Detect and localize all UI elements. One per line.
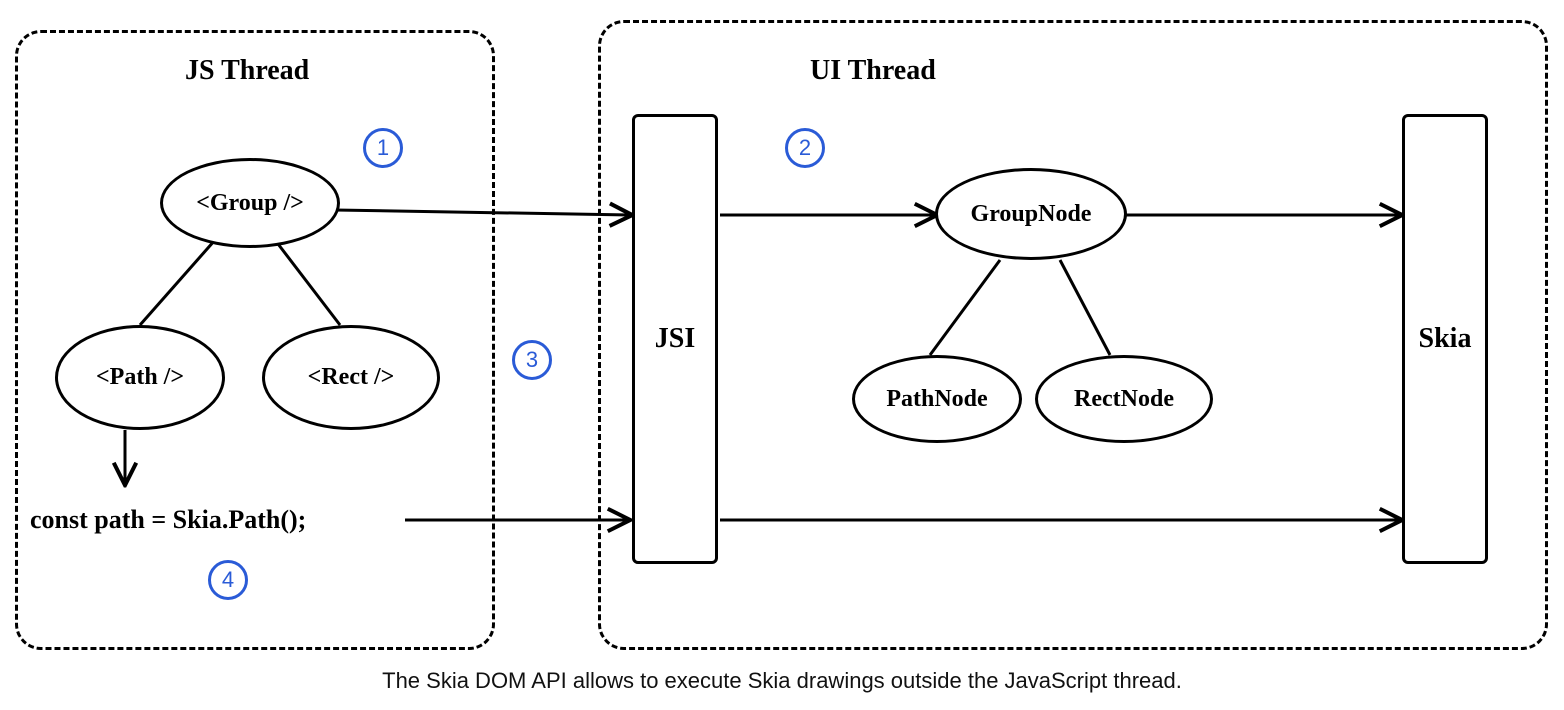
badge-1: 1 bbox=[363, 128, 403, 168]
code-line: const path = Skia.Path(); bbox=[30, 505, 306, 535]
path-node-ui: PathNode bbox=[852, 355, 1022, 443]
path-node-js-label: <Path /> bbox=[96, 364, 184, 391]
badge-3: 3 bbox=[512, 340, 552, 380]
ui-thread-title: UI Thread bbox=[810, 55, 936, 87]
group-node-js-label: <Group /> bbox=[196, 190, 304, 217]
rect-node-ui-label: RectNode bbox=[1074, 386, 1174, 413]
skia-box: Skia bbox=[1402, 114, 1488, 564]
caption: The Skia DOM API allows to execute Skia … bbox=[0, 668, 1564, 694]
badge-2: 2 bbox=[785, 128, 825, 168]
skia-label: Skia bbox=[1419, 323, 1472, 355]
path-node-js: <Path /> bbox=[55, 325, 225, 430]
jsi-label: JSI bbox=[655, 323, 695, 355]
badge-4: 4 bbox=[208, 560, 248, 600]
diagram-canvas: JS Thread UI Thread JSI Skia <Group /> <… bbox=[0, 0, 1564, 710]
group-node-js: <Group /> bbox=[160, 158, 340, 248]
group-node-ui: GroupNode bbox=[935, 168, 1127, 260]
rect-node-ui: RectNode bbox=[1035, 355, 1213, 443]
js-thread-title: JS Thread bbox=[185, 55, 309, 87]
rect-node-js: <Rect /> bbox=[262, 325, 440, 430]
path-node-ui-label: PathNode bbox=[886, 386, 987, 413]
group-node-ui-label: GroupNode bbox=[971, 201, 1092, 228]
rect-node-js-label: <Rect /> bbox=[308, 364, 395, 391]
jsi-box: JSI bbox=[632, 114, 718, 564]
